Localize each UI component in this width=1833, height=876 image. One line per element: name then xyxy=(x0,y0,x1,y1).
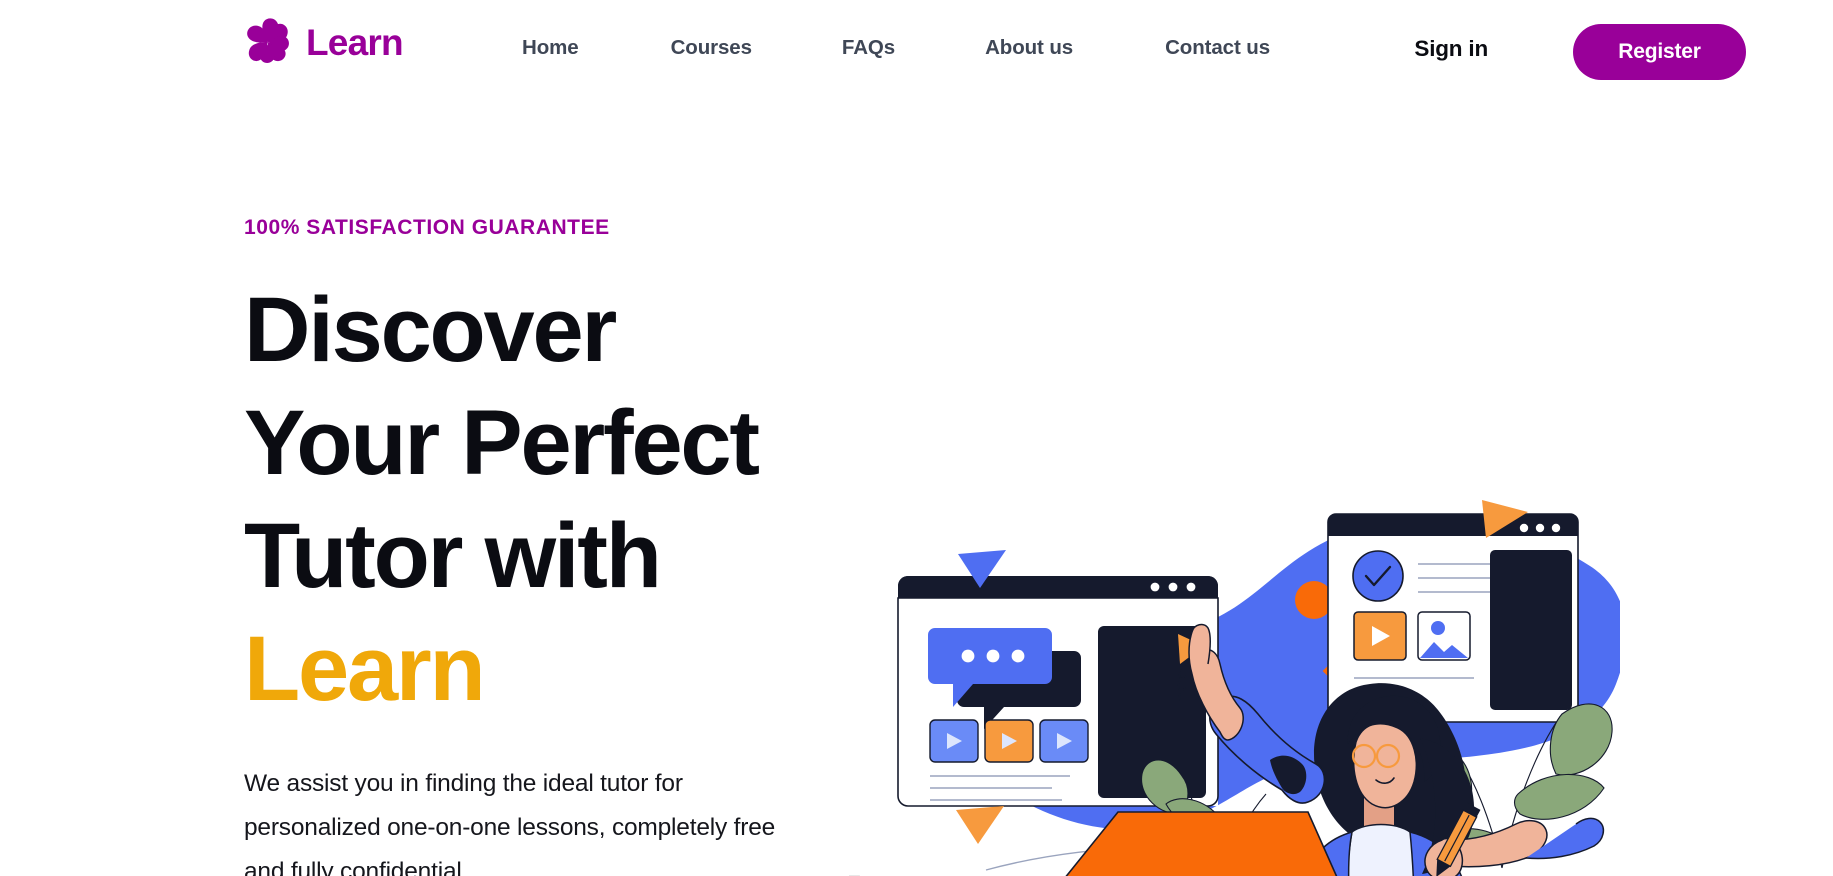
register-button[interactable]: Register xyxy=(1573,24,1746,80)
page-title: Discover Your Perfect Tutor with Learn xyxy=(244,274,824,726)
sign-in-link[interactable]: Sign in xyxy=(1414,36,1488,62)
check-badge-icon xyxy=(1352,550,1404,602)
nav-link-home[interactable]: Home xyxy=(522,36,579,61)
nav-link-courses[interactable]: Courses xyxy=(671,36,752,61)
primary-navigation: Home Courses FAQs About us Contact us xyxy=(522,36,1270,61)
hero-title-line-2: Your Perfect xyxy=(244,392,760,494)
window-dot xyxy=(1186,582,1196,592)
hero-copy: 100% SATISFACTION GUARANTEE Discover You… xyxy=(244,216,824,876)
hero-title-line-3: Tutor with xyxy=(244,505,662,607)
nav-link-about-us[interactable]: About us xyxy=(985,36,1073,61)
dark-panel xyxy=(1490,550,1572,710)
orange-triangle xyxy=(956,806,1004,844)
hero-title-line-1: Discover xyxy=(244,279,617,381)
hero-section: 100% SATISFACTION GUARANTEE Discover You… xyxy=(0,108,1833,876)
nav-link-contact-us[interactable]: Contact us xyxy=(1165,36,1270,61)
window-dot xyxy=(1150,582,1160,592)
hero-eyebrow: 100% SATISFACTION GUARANTEE xyxy=(244,216,610,239)
brand-logo-link[interactable]: Learn xyxy=(243,17,404,67)
window-dot xyxy=(1519,523,1529,533)
window-dot xyxy=(1535,523,1545,533)
hero-paragraph: We assist you in finding the ideal tutor… xyxy=(244,770,776,876)
laptop-illustration xyxy=(985,811,1338,876)
landing-page: Learn Home Courses FAQs About us Contact… xyxy=(0,0,1833,876)
video-thumbnail-row xyxy=(929,719,1089,763)
brand-name: Learn xyxy=(306,21,404,63)
site-header: Learn Home Courses FAQs About us Contact… xyxy=(0,0,1833,108)
hero-title-accent: Learn xyxy=(244,618,486,720)
nav-link-faqs[interactable]: FAQs xyxy=(842,36,895,61)
window-dot xyxy=(1551,523,1561,533)
online-learning-tutor-illustration xyxy=(890,488,1620,876)
pinwheel-swirl-icon xyxy=(243,17,293,67)
window-dot xyxy=(1168,582,1178,592)
